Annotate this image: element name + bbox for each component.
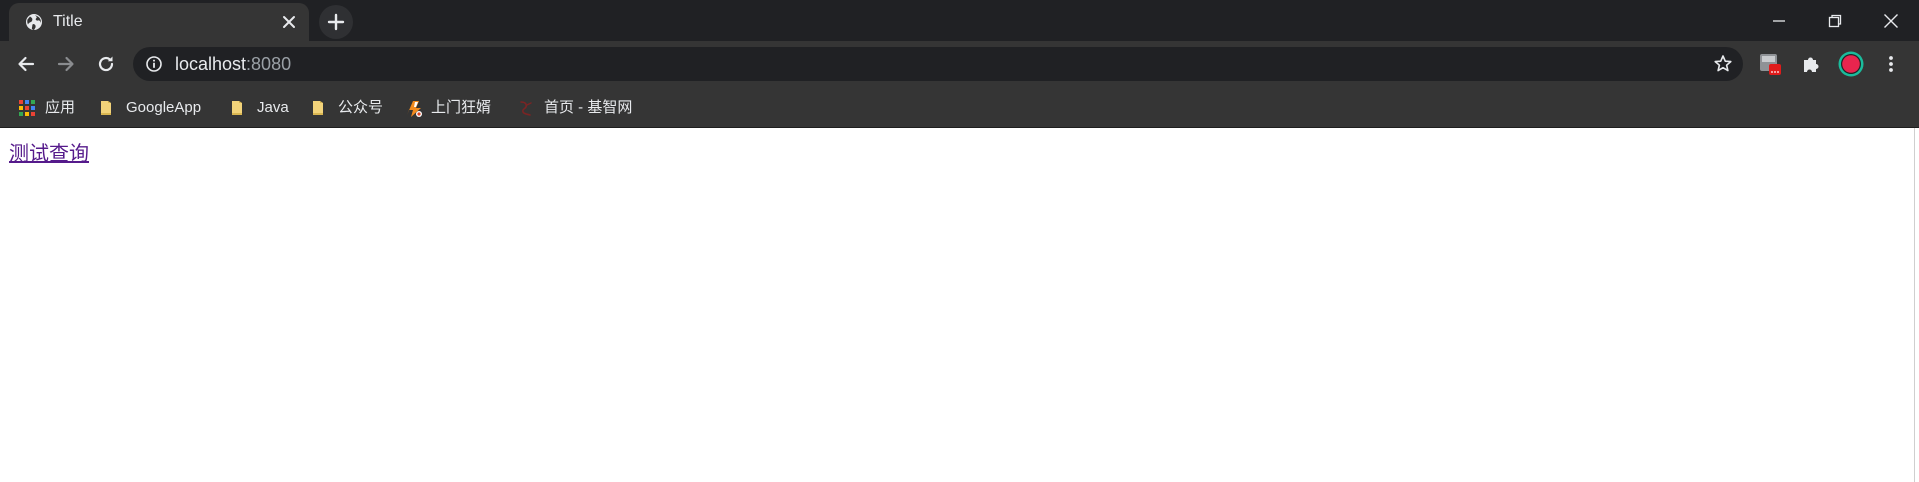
folder-icon: [311, 99, 329, 117]
browser-menu-button[interactable]: [1874, 47, 1908, 81]
bookmark-folder-java[interactable]: Java: [230, 98, 289, 118]
restore-icon: [1828, 14, 1842, 27]
site-favicon-icon: [404, 99, 422, 117]
bookmark-jizhiwang[interactable]: 首页 - 基智网: [517, 98, 632, 118]
toolbar: localhost:8080: [0, 41, 1919, 88]
new-tab-button[interactable]: [319, 5, 353, 39]
test-query-link[interactable]: 测试查询: [9, 140, 89, 166]
site-favicon-icon: [517, 99, 535, 117]
site-info-icon[interactable]: [145, 55, 163, 73]
tab-close-icon[interactable]: [279, 12, 299, 32]
bookmark-folder-googleapp[interactable]: GoogleApp: [99, 98, 201, 118]
forward-arrow-icon: [57, 56, 74, 72]
page-right-edge: [1914, 128, 1919, 482]
close-icon: [1884, 13, 1898, 28]
bookmark-label: 公众号: [338, 99, 384, 116]
bookmark-folder-gongzhonghao[interactable]: 公众号: [311, 98, 383, 118]
page-viewport: 测试查询: [0, 128, 1914, 482]
bookmark-star-icon[interactable]: [1713, 54, 1733, 74]
plus-icon: [327, 13, 345, 31]
extensions-menu-button[interactable]: [1794, 47, 1828, 81]
minimize-icon: [1773, 19, 1785, 22]
bookmark-label: 应用: [45, 99, 76, 116]
bookmark-label: 首页 - 基智网: [544, 99, 633, 116]
tab-title: Title: [53, 13, 83, 30]
more-vertical-icon: [1889, 56, 1893, 72]
globe-icon: [24, 12, 44, 32]
minimize-button[interactable]: [1751, 0, 1807, 41]
apps-grid-icon: [18, 99, 36, 117]
url-host: localhost: [175, 54, 247, 74]
address-bar[interactable]: localhost:8080: [133, 47, 1743, 81]
folder-icon: [230, 99, 248, 117]
url-port: :8080: [246, 54, 292, 74]
bookmark-apps[interactable]: 应用: [18, 98, 75, 118]
url-text[interactable]: localhost:8080: [175, 54, 291, 74]
reload-icon: [98, 56, 114, 72]
back-arrow-icon: [18, 56, 35, 72]
active-tab[interactable]: Title: [9, 3, 309, 41]
bookmark-label: 上门狂婿: [431, 99, 492, 116]
tab-strip: Title: [0, 0, 1919, 41]
bookmarks-bar: 应用 GoogleApp Java 公众号 上门狂婿 首页 - 基智网: [0, 88, 1919, 128]
profile-avatar[interactable]: [1834, 47, 1868, 81]
folder-icon: [99, 99, 117, 117]
restore-button[interactable]: [1807, 0, 1863, 41]
bookmark-shangmen-kuangxu[interactable]: 上门狂婿: [404, 98, 491, 118]
bookmark-label: Java: [257, 99, 289, 116]
extension-badge-icon: [1760, 54, 1781, 75]
extension-button[interactable]: [1754, 47, 1788, 81]
bookmark-label: GoogleApp: [126, 99, 202, 116]
close-window-button[interactable]: [1863, 0, 1919, 41]
back-button[interactable]: [9, 47, 43, 81]
browser-window: Title localhost:8080 应用 GoogleApp Java 公…: [0, 0, 1919, 482]
puzzle-icon: [1804, 57, 1819, 72]
window-controls: [1751, 0, 1919, 41]
reload-button[interactable]: [89, 47, 123, 81]
forward-button[interactable]: [49, 47, 83, 81]
avatar-icon: [1838, 51, 1864, 77]
